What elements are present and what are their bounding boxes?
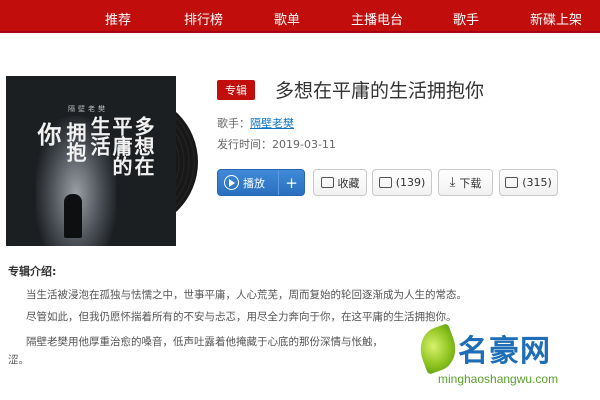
nav-radio[interactable]: 主播电台 (351, 9, 403, 28)
download-label: 下载 (459, 176, 482, 190)
watermark-name: 名豪网 (458, 334, 551, 369)
comment-button[interactable]: (315) (499, 169, 558, 196)
intro-title: 专辑介绍: (8, 265, 57, 278)
release-row: 发行时间：2019-03-11 (217, 136, 336, 152)
cover-text-line: 平庸的 (109, 116, 133, 176)
cover-text-line: 生活 (87, 116, 111, 156)
play-label: 播放 (243, 176, 265, 190)
nav-artists[interactable]: 歌手 (453, 9, 479, 28)
artist-label: 歌手： (217, 117, 250, 130)
release-date: 2019-03-11 (272, 138, 336, 151)
download-button[interactable]: ⤓ 下载 (438, 169, 493, 196)
folder-plus-icon (320, 177, 334, 188)
artist-row: 歌手：隔壁老樊 (217, 115, 294, 131)
nav-new-albums[interactable]: 新碟上架 (530, 9, 582, 28)
release-label: 发行时间： (217, 138, 272, 151)
cover-text-line: 多想在 (131, 116, 155, 176)
leaf-logo-icon (413, 323, 463, 375)
watermark-url: minghaoshangwu.com (438, 372, 559, 386)
nav-playlists[interactable]: 歌单 (274, 9, 300, 28)
cover-artist-text: 隔壁老樊 (68, 105, 108, 113)
album-title: 多想在平庸的生活拥抱你 (275, 80, 485, 102)
nav-charts[interactable]: 排行榜 (184, 9, 223, 28)
album-tag: 专辑 (217, 80, 255, 100)
album-cover[interactable]: 隔壁老樊 你 拥抱 生活 平庸的 多想在 (6, 76, 196, 246)
play-button[interactable]: 播放 + (217, 169, 305, 196)
comment-icon (505, 177, 519, 188)
top-nav: 推荐 排行榜 歌单 主播电台 歌手 新碟上架 (0, 0, 600, 33)
nav-recommend[interactable]: 推荐 (105, 9, 131, 28)
add-to-playlist-button[interactable]: + (278, 170, 304, 195)
share-count: (139) (395, 176, 426, 189)
play-icon (224, 175, 239, 190)
share-button[interactable]: (139) (372, 169, 432, 196)
cover-figure (64, 194, 82, 238)
comment-count: (315) (522, 176, 552, 189)
collect-button[interactable]: 收藏 (313, 169, 367, 196)
share-icon (378, 177, 392, 188)
intro-paragraph: 当生活被浸泡在孤独与怯懦之中，世事平庸，人心荒芜，周而复始的轮回逐渐成为人生的常… (26, 289, 467, 301)
cover-text-line: 拥抱 (63, 122, 87, 162)
download-icon: ⤓ (449, 175, 456, 190)
collect-label: 收藏 (337, 176, 360, 190)
artist-link[interactable]: 隔壁老樊 (250, 117, 294, 130)
cover-art: 隔壁老樊 你 拥抱 生活 平庸的 多想在 (6, 76, 176, 246)
watermark: 名豪网 minghaoshangwu.com (410, 318, 600, 400)
cover-text-line: 你 (33, 122, 62, 146)
